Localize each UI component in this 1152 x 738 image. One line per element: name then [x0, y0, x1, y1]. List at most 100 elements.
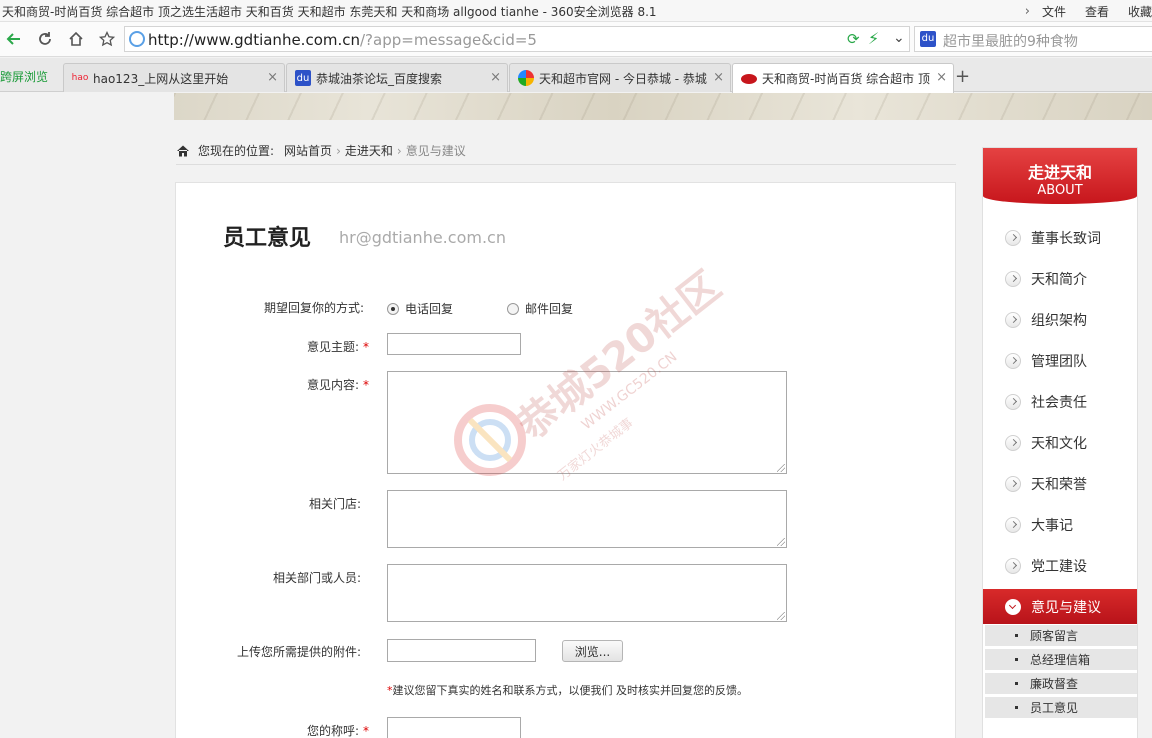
sidebar-subitem-label: 总经理信箱 — [1030, 653, 1091, 667]
sidebar-item-feedback[interactable]: 意见与建议 — [983, 589, 1137, 624]
menu-favorites[interactable]: 收藏 — [1128, 3, 1152, 20]
breadcrumb-about-link[interactable]: 走进天和 — [345, 142, 393, 159]
back-arrow-icon[interactable] — [2, 28, 26, 50]
sidebar-item-honors[interactable]: 天和荣誉 — [983, 463, 1137, 504]
star-bookmark-icon[interactable] — [95, 28, 119, 50]
breadcrumb-current: 意见与建议 — [405, 144, 466, 158]
radio-dot[interactable] — [507, 302, 519, 315]
radio-dot-checked[interactable] — [387, 302, 399, 315]
tab-label: 天和商贸-时尚百货 综合超市 顶 — [762, 72, 930, 86]
reply-phone-label: 电话回复 — [405, 302, 454, 316]
refresh-icon[interactable] — [33, 28, 57, 50]
address-url[interactable]: http://www.gdtianhe.com.cn/?app=message&… — [148, 31, 537, 49]
sidebar-item-team[interactable]: 管理团队 — [983, 340, 1137, 381]
required-mark: * — [363, 378, 369, 392]
hao123-icon: hao — [71, 73, 89, 83]
chevron-circle-icon — [1005, 352, 1021, 369]
tab-label: 天和超市官网 - 今日恭城 - 恭城 — [539, 71, 707, 86]
close-icon[interactable]: × — [267, 70, 278, 85]
home-icon[interactable] — [64, 28, 88, 50]
sidebar-item-label: 大事记 — [1031, 517, 1073, 534]
reply-phone-radio[interactable]: 电话回复 — [387, 300, 453, 317]
name-label: 您的称呼: * — [169, 722, 369, 738]
search-box[interactable]: du 超市里最脏的9种食物 — [914, 26, 1152, 52]
sidebar-subitem-customer-msg[interactable]: 顾客留言 — [985, 625, 1137, 647]
close-icon[interactable]: × — [713, 70, 724, 85]
reply-email-label: 邮件回复 — [525, 302, 574, 316]
store-label: 相关门店: — [308, 497, 361, 511]
reload-circle-icon[interactable]: ⟳ — [847, 30, 860, 48]
chevron-down-icon[interactable]: ⌄ — [893, 30, 905, 46]
attachment-label: 上传您所需提供的附件: — [236, 645, 361, 659]
breadcrumb-prefix: 您现在的位置: — [198, 144, 275, 158]
breadcrumb-separator: › — [396, 143, 402, 158]
chevron-circle-icon — [1005, 516, 1021, 533]
dept-label: 相关部门或人员: — [272, 571, 361, 585]
tab-tianhe-active[interactable]: 天和商贸-时尚百货 综合超市 顶 × — [732, 63, 954, 93]
required-mark: * — [363, 340, 369, 354]
sidebar-subitem-label: 顾客留言 — [1030, 629, 1079, 643]
sidebar-subitem-gm-mailbox[interactable]: 总经理信箱 — [985, 649, 1137, 671]
address-bar[interactable]: http://www.gdtianhe.com.cn/?app=message&… — [124, 26, 910, 52]
chevron-right-icon[interactable]: › — [1025, 4, 1030, 19]
lightning-icon[interactable]: ⚡ — [868, 29, 879, 48]
tab-tianhe-supermarket[interactable]: 天和超市官网 - 今日恭城 - 恭城 × — [509, 63, 731, 92]
menu-view[interactable]: 查看 — [1085, 3, 1109, 20]
tianhe-logo-icon — [741, 73, 757, 84]
required-mark: * — [363, 724, 369, 738]
window-title: 天和商贸-时尚百货 综合超市 顶之选生活超市 天和百货 天和超市 东莞天和 天和… — [2, 5, 657, 19]
chevron-circle-icon — [1005, 475, 1021, 492]
attachment-path-input[interactable] — [387, 639, 536, 662]
sidebar-title: 走进天和 — [1027, 163, 1092, 182]
breadcrumb: 您现在的位置: 网站首页 › 走进天和 › 意见与建议 — [176, 137, 956, 165]
baidu-paw-icon: du — [295, 70, 311, 86]
sidebar-item-label: 天和简介 — [1031, 271, 1087, 288]
tab-label: 恭城油茶论坛_百度搜索 — [316, 71, 443, 86]
breadcrumb-home-link[interactable]: 网站首页 — [284, 142, 332, 159]
sidebar-item-party[interactable]: 党工建设 — [983, 545, 1137, 586]
reply-email-radio[interactable]: 邮件回复 — [507, 300, 573, 317]
dept-textarea[interactable] — [387, 564, 787, 622]
sidebar-item-label: 天和文化 — [1031, 435, 1087, 452]
sidebar-item-milestones[interactable]: 大事记 — [983, 504, 1137, 545]
new-tab-plus-icon[interactable]: + — [955, 66, 970, 87]
header-banner-image — [174, 93, 1152, 120]
sidebar: 走进天和 ABOUT 董事长致词 天和简介 组织架构 管理团队 社会责任 天和文… — [982, 147, 1138, 738]
cross-screen-browse-button[interactable]: 跨屏浏览 — [0, 68, 48, 85]
bullet-icon — [1015, 658, 1018, 661]
sidebar-item-label: 组织架构 — [1031, 312, 1087, 329]
sidebar-item-csr[interactable]: 社会责任 — [983, 381, 1137, 422]
chevron-circle-icon — [1005, 270, 1021, 287]
contact-hint: *建议您留下真实的姓名和联系方式，以便我们 及时核实并回复您的反馈。 — [387, 682, 748, 698]
page-email: hr@gdtianhe.com.cn — [339, 228, 506, 247]
baidu-paw-icon[interactable]: du — [920, 31, 936, 47]
sidebar-item-intro[interactable]: 天和简介 — [983, 258, 1137, 299]
menu-file[interactable]: 文件 — [1042, 3, 1066, 20]
close-icon[interactable]: × — [936, 70, 947, 85]
page-title: 员工意见 — [223, 226, 312, 251]
name-input[interactable] — [387, 717, 521, 738]
chevron-circle-icon — [1005, 557, 1021, 574]
window-titlebar: 天和商贸-时尚百货 综合超市 顶之选生活超市 天和百货 天和超市 东莞天和 天和… — [0, 0, 1152, 22]
sidebar-subitem-employee[interactable]: 员工意见 — [985, 697, 1137, 719]
sidebar-item-culture[interactable]: 天和文化 — [983, 422, 1137, 463]
sidebar-subtitle: ABOUT — [1037, 183, 1083, 198]
bullet-icon — [1015, 634, 1018, 637]
search-input[interactable]: 超市里最脏的9种食物 — [943, 31, 1078, 51]
main-content: 员工意见 hr@gdtianhe.com.cn 期望回复你的方式: 电话回复 邮… — [175, 182, 956, 738]
store-textarea[interactable] — [387, 490, 787, 548]
sidebar-subitem-integrity[interactable]: 廉政督查 — [985, 673, 1137, 695]
subject-label-text: 意见主题: — [306, 340, 359, 354]
home-icon — [177, 145, 189, 156]
browse-button[interactable]: 浏览... — [562, 640, 623, 662]
sidebar-item-label: 管理团队 — [1031, 353, 1087, 370]
tab-hao123[interactable]: hao hao123_上网从这里开始 × — [63, 63, 285, 92]
tab-baidu-search[interactable]: du 恭城油茶论坛_百度搜索 × — [286, 63, 508, 92]
body-textarea[interactable] — [387, 371, 787, 474]
tab-label: hao123_上网从这里开始 — [93, 71, 229, 86]
sidebar-item-chairman[interactable]: 董事长致词 — [983, 217, 1137, 258]
close-icon[interactable]: × — [490, 70, 501, 85]
subject-input[interactable] — [387, 333, 521, 355]
sidebar-subitem-label: 员工意见 — [1030, 701, 1079, 715]
sidebar-item-org[interactable]: 组织架构 — [983, 299, 1137, 340]
